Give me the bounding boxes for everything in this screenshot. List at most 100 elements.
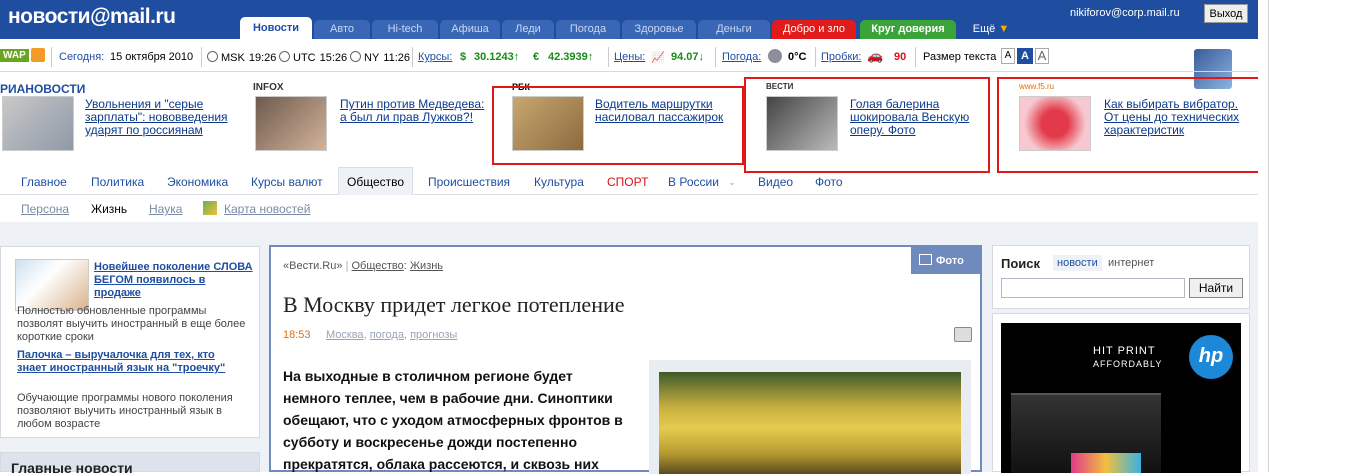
ad-link[interactable]: Новейшее поколение СЛОВА БЕГОМ появилось… [94,261,254,300]
search-input[interactable] [1001,278,1185,298]
photo-badge[interactable]: Фото [911,247,980,274]
chart-icon: 📈 [651,52,665,64]
tab-money[interactable]: Деньги [698,20,770,39]
text-size-medium[interactable]: A [1017,48,1033,64]
promo-source: РИАНОВОСТИ [0,82,86,96]
tag-link[interactable]: Москва [326,329,364,341]
ad-image[interactable] [15,259,89,311]
promo-image[interactable] [255,96,327,151]
euro-icon: € [533,51,540,63]
nav-incidents[interactable]: Происшествия [428,175,510,189]
ad-link[interactable]: Палочка – выручалочка для тех, кто знает… [17,349,247,375]
ad-text: Обучающие программы нового поколения поз… [17,392,233,430]
search-option-internet[interactable]: интернет [1108,257,1154,269]
tab-more[interactable]: Ещё ▼ [968,20,1014,39]
hp-ad[interactable]: HIT PRINT AFFORDABLY hp [1001,323,1241,473]
today-label: Сегодня: [59,51,105,63]
nav-russia[interactable]: В России [668,175,719,189]
article-photo[interactable] [659,372,961,474]
article-source[interactable]: «Вести.Ru» [283,260,343,272]
price-value: 94.07↓ [671,51,705,63]
chevron-down-icon: ▼ [998,23,1010,35]
print-icon[interactable] [954,327,972,342]
cloud-icon [768,49,782,63]
breadcrumb-section[interactable]: Общество [351,260,403,272]
nav-society[interactable]: Общество [338,167,414,195]
ny-clock: NY 11:26 [350,51,410,64]
dollar-icon: $ [460,51,467,63]
clock-icon [350,51,361,62]
highlight-box [744,77,990,173]
photo-icon [919,254,932,265]
promo-link[interactable]: Путин против Медведева: а был ли прав Лу… [340,98,490,124]
tab-hitech[interactable]: Hi-tech [372,20,438,39]
article-photo-frame [649,360,971,474]
nav-main[interactable]: Главное [21,175,67,189]
search-button[interactable]: Найти [1189,278,1243,298]
tag-link[interactable]: прогнозы [410,329,457,341]
eur-rate: 42.3939↑ [548,51,594,63]
logout-button[interactable]: Выход [1204,4,1248,23]
nav-rates[interactable]: Курсы валют [251,175,323,189]
article-panel: «Вести.Ru» | Общество: Жизнь Фото В Моск… [269,245,982,474]
date: 15 октября 2010 [110,51,194,63]
article-time: 18:53 [283,329,311,341]
subnav-persona[interactable]: Персона [21,202,69,216]
promo-link[interactable]: Увольнения и "серые зарплаты": нововведе… [85,98,235,137]
nav-sport[interactable]: СПОРТ [607,175,648,189]
text-size-large[interactable]: A [1035,48,1049,64]
tab-news[interactable]: Новости [240,17,312,39]
article-tags: Москва, погода, прогнозы [326,329,458,341]
tab-ledi[interactable]: Леди [502,20,554,39]
sub-nav: Персона Жизнь Наука Карта новостей [0,196,1258,222]
breadcrumb-subsection[interactable]: Жизнь [410,260,443,272]
paper-image [1071,453,1141,473]
tab-more-label: Ещё [972,23,996,35]
tab-good-evil[interactable]: Добро и зло [772,20,856,39]
weather-link[interactable]: Погода: [722,51,761,63]
hp-logo: hp [1189,335,1233,379]
nav-video[interactable]: Видео [758,175,793,189]
chevron-down-icon[interactable]: ⌄ [728,177,736,188]
tab-weather[interactable]: Погода [556,20,620,39]
nav-politics[interactable]: Политика [91,175,144,189]
tab-afisha[interactable]: Афиша [440,20,500,39]
subnav-news-map[interactable]: Карта новостей [224,202,310,216]
left-column: Новейшее поколение СЛОВА БЕГОМ появилось… [0,246,260,438]
article-breadcrumb: «Вести.Ru» | Общество: Жизнь [283,260,444,272]
rss-icon[interactable] [31,48,45,62]
tab-auto[interactable]: Авто [314,20,370,39]
search-title: Поиск [1001,256,1041,271]
tab-trust-circle[interactable]: Круг доверия [860,20,956,39]
nav-culture[interactable]: Культура [534,175,584,189]
main-news-title: Главные новости [11,460,133,476]
rates-link[interactable]: Курсы: [418,51,452,63]
promo-item[interactable]: РИАНОВОСТИ Увольнения и "серые зарплаты"… [0,74,240,162]
nav-photo[interactable]: Фото [815,175,843,189]
promo-image[interactable] [2,96,74,151]
text-size-small[interactable]: A [1001,48,1015,64]
msk-clock: MSK 19:26 [207,51,276,64]
ad-line2: AFFORDABLY [1093,359,1163,369]
traffic-value: 90 [894,51,907,63]
promo-item[interactable]: INFOX Путин против Медведева: а был ли п… [253,74,493,162]
ad-banner[interactable]: HIT PRINT AFFORDABLY hp [992,313,1250,473]
user-email[interactable]: nikiforov@corp.mail.ru [1070,7,1180,19]
prices-link[interactable]: Цены: [614,51,645,63]
subnav-life[interactable]: Жизнь [91,202,127,216]
subnav-science[interactable]: Наука [149,202,182,216]
nav-economy[interactable]: Экономика [167,175,228,189]
map-icon [203,201,217,215]
temperature: 0°C [788,51,807,63]
tag-link[interactable]: погода [370,329,404,341]
clock-icon [207,51,218,62]
traffic-link[interactable]: Пробки: [821,51,861,63]
ad-text: Полностью обновленные программы позволят… [17,305,246,343]
tab-health[interactable]: Здоровье [622,20,696,39]
site-logo[interactable]: новости@mail.ru [8,5,176,29]
wap-badge[interactable]: WAP [0,49,29,62]
search-option-news[interactable]: новости [1053,255,1102,271]
page-margin [1258,0,1357,472]
car-icon: 🚗 [867,48,884,63]
search-panel: Поиск новости интернет Найти [992,245,1250,309]
